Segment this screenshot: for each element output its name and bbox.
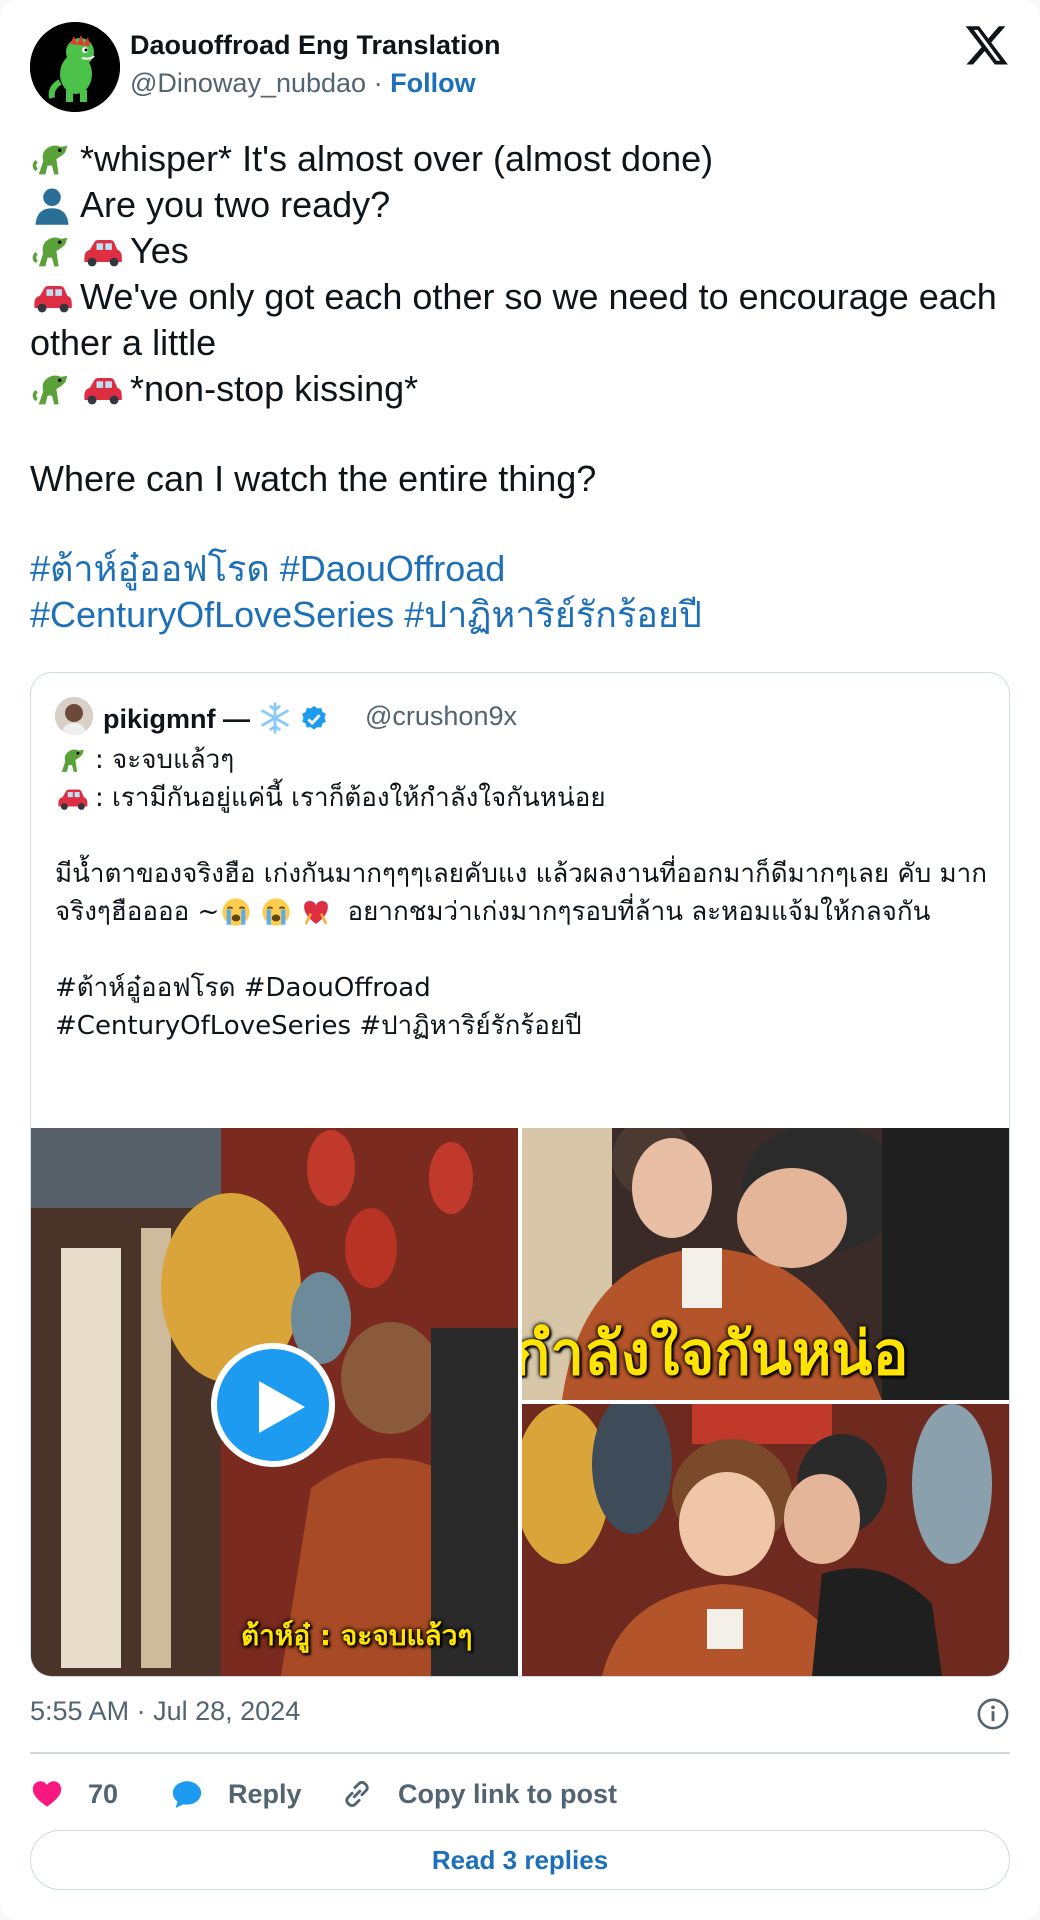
hashtag-link[interactable]: #ต้าห์อู๋ออฟโรด — [30, 548, 270, 589]
play-icon — [259, 1381, 305, 1433]
x-logo-icon[interactable] — [964, 22, 1010, 68]
read-replies-button[interactable]: Read 3 replies — [30, 1830, 1010, 1890]
quoted-avatar — [55, 697, 93, 735]
handle-separator: · — [373, 68, 383, 98]
quoted-line-1: : จะจบแล้วๆ — [55, 741, 990, 779]
tweet-embed-card: Daouoffroad Eng Translation @Dinoway_nub… — [0, 0, 1040, 1920]
author-handle-row: @Dinoway_nubdao · Follow — [130, 68, 476, 99]
info-icon[interactable] — [976, 1697, 1010, 1731]
quoted-tweet[interactable]: pikigmnf — @crushon9x : จะจบแล้วๆ : เราม… — [30, 672, 1010, 1677]
snowflake-icon — [260, 702, 289, 734]
hashtag-link[interactable]: #ปาฏิหาริย์รักร้อยปี — [404, 594, 702, 635]
author-avatar[interactable] — [30, 22, 120, 112]
quoted-text: : จะจบแล้วๆ : เรามีกันอยู่แค่นี้ เราก็ต้… — [55, 741, 990, 1045]
crying-face-icon — [259, 893, 299, 931]
dinosaur-icon — [30, 228, 80, 274]
hashtag-link[interactable]: #CenturyOfLoveSeries — [30, 594, 394, 635]
follow-button[interactable]: Follow — [390, 68, 475, 98]
heart-icon — [32, 1781, 62, 1807]
quoted-hashtags-1: #ต้าห์อู๋ออฟโรด #DaouOffroad — [55, 973, 431, 1003]
hashtag-row-2: #CenturyOfLoveSeries #ปาฏิหาริย์รักร้อยป… — [30, 592, 1010, 638]
heart-ribbon-icon — [299, 893, 339, 931]
quoted-line-2: : เรามีกันอยู่แค่นี้ เราก็ต้องให้กำลังใจ… — [55, 779, 990, 817]
reply-button[interactable]: Reply — [170, 1770, 302, 1818]
red-car-icon — [80, 366, 130, 412]
speech-bubble-icon — [172, 1781, 202, 1809]
verified-badge-icon — [302, 705, 326, 730]
media-image-3-picture — [522, 1404, 1009, 1676]
copy-link-button[interactable]: Copy link to post — [340, 1770, 617, 1818]
divider — [30, 1752, 1010, 1754]
media-image-2[interactable]: กำลังใจกันหน่อ — [522, 1128, 1009, 1400]
dinosaur-icon — [30, 136, 80, 182]
play-button[interactable] — [211, 1343, 335, 1467]
red-car-icon — [30, 274, 80, 320]
tweet-line-3: Yes — [30, 228, 1010, 274]
quoted-author-name: pikigmnf — — [103, 701, 329, 735]
tweet-line-4: We've only got each other so we need to … — [30, 274, 997, 363]
dinosaur-icon — [30, 366, 80, 412]
crying-face-icon — [219, 893, 259, 931]
author-name[interactable]: Daouoffroad Eng Translation — [130, 30, 501, 61]
quoted-paragraph: มีน้ำตาของจริงฮือ เก่งกันมากๆๆๆเลยคับแง … — [55, 855, 990, 931]
tweet-line-1: *whisper* It's almost over (almost done) — [30, 136, 1010, 182]
tweet-line-5: *non-stop kissing* — [30, 366, 1010, 412]
video-thumbnail[interactable]: ต้าห์อู๋ : จะจบแล้วๆ — [31, 1128, 518, 1676]
tweet-text: *whisper* It's almost over (almost done)… — [30, 136, 1010, 638]
tweet-question: Where can I watch the entire thing? — [30, 458, 597, 499]
quoted-handle: @crushon9x — [365, 701, 517, 731]
hashtag-row-1: #ต้าห์อู๋ออฟโรด #DaouOffroad — [30, 546, 1010, 592]
red-car-icon — [80, 228, 130, 274]
tweet-header: Daouoffroad Eng Translation @Dinoway_nub… — [30, 22, 1010, 114]
link-icon — [345, 1780, 369, 1808]
image-subtitle: กำลังใจกันหน่อ — [522, 1319, 909, 1389]
tweet-timestamp[interactable]: 5:55 AM · Jul 28, 2024 — [30, 1696, 300, 1727]
red-car-icon — [55, 779, 95, 817]
media-image-3[interactable] — [522, 1404, 1009, 1676]
video-subtitle: ต้าห์อู๋ : จะจบแล้วๆ — [241, 1619, 473, 1652]
like-button[interactable]: 70 — [30, 1770, 118, 1818]
dinosaur-icon — [55, 741, 95, 779]
quoted-media-grid: ต้าห์อู๋ : จะจบแล้วๆ กำลังใจกันหน่อ — [31, 1128, 1009, 1676]
action-bar: 70 Reply Copy link to post — [30, 1770, 1010, 1818]
hashtag-link[interactable]: #DaouOffroad — [280, 548, 506, 589]
author-handle[interactable]: @Dinoway_nubdao — [130, 68, 366, 98]
quoted-hashtags-2: #CenturyOfLoveSeries #ปาฏิหาริย์รักร้อยป… — [55, 1011, 582, 1041]
like-count: 70 — [88, 1778, 119, 1809]
person-silhouette-icon — [30, 182, 80, 228]
tweet-line-2: Are you two ready? — [30, 182, 1010, 228]
